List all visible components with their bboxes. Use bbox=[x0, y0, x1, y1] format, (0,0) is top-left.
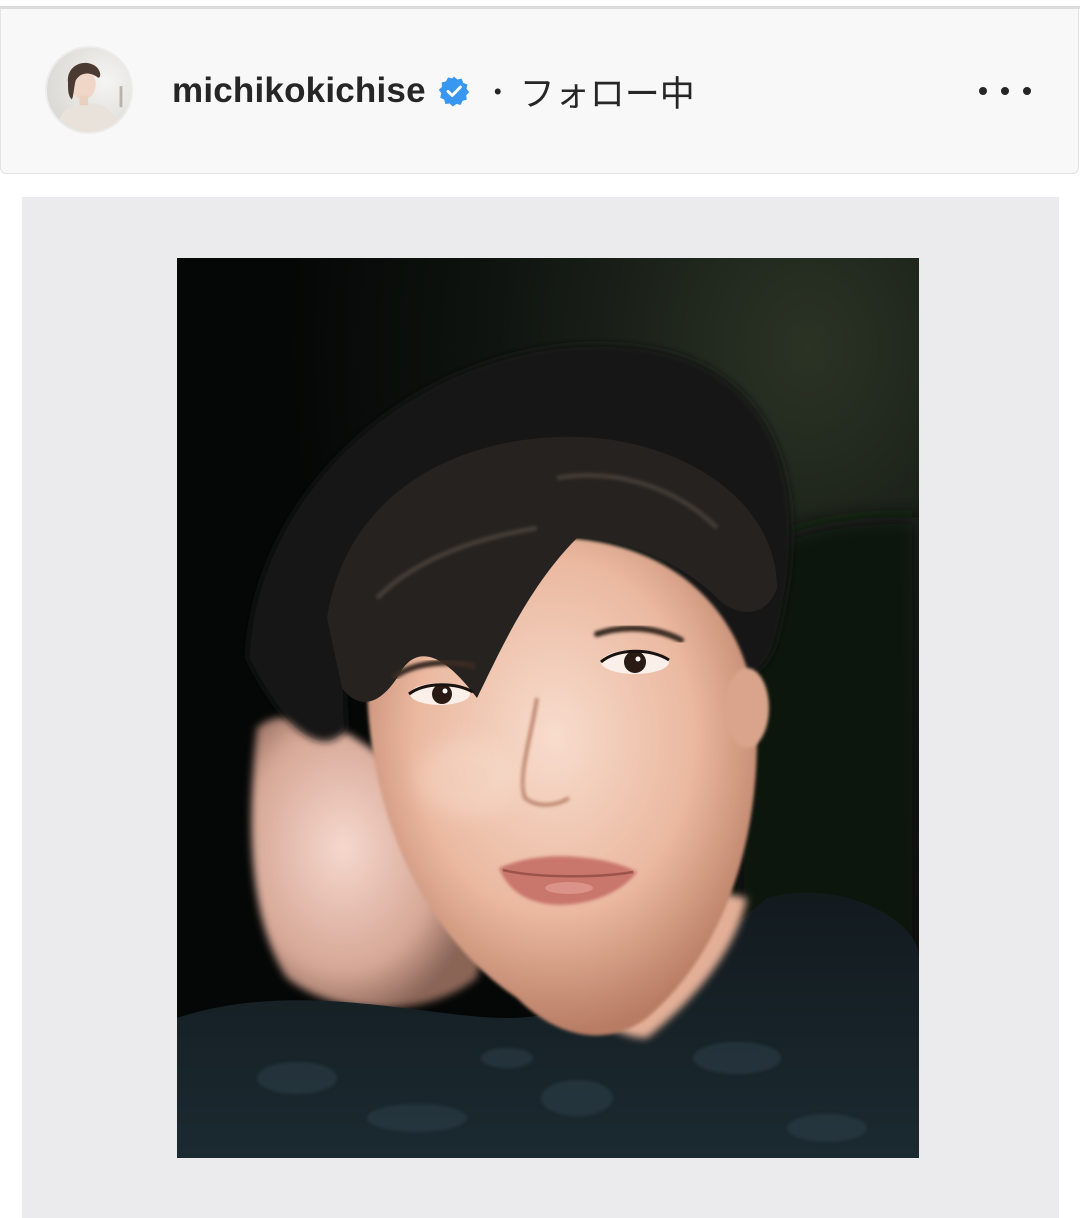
more-options-icon[interactable] bbox=[979, 73, 1031, 109]
header-handle-row: michikokichise ・ フォロー中 bbox=[172, 63, 695, 119]
more-dot bbox=[1023, 87, 1031, 95]
more-dot bbox=[979, 87, 987, 95]
post-header: michikokichise ・ フォロー中 bbox=[0, 9, 1079, 174]
instagram-post-view: michikokichise ・ フォロー中 bbox=[0, 0, 1080, 1218]
separator-dot: ・ bbox=[483, 76, 512, 109]
following-button[interactable]: フォロー中 bbox=[520, 66, 695, 117]
more-dot bbox=[1001, 87, 1009, 95]
verified-badge-icon bbox=[438, 75, 470, 107]
portrait-photo bbox=[177, 258, 919, 1158]
avatar-image bbox=[47, 48, 131, 132]
post-photo[interactable] bbox=[177, 258, 919, 1158]
username-link[interactable]: michikokichise bbox=[172, 71, 426, 111]
profile-avatar[interactable] bbox=[45, 46, 133, 134]
